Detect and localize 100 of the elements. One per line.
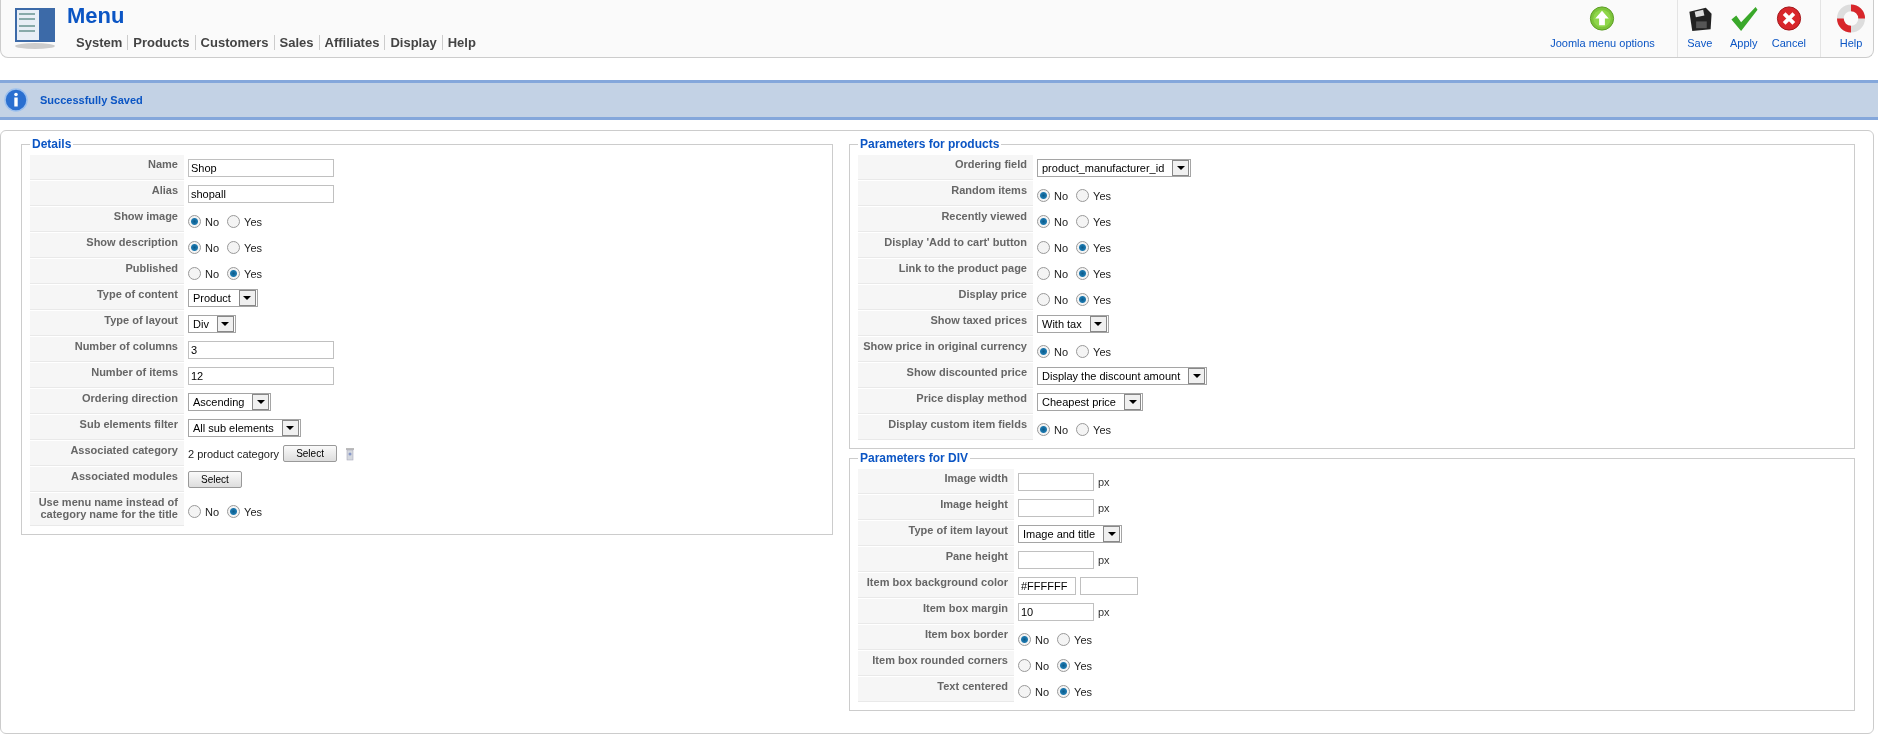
input-field[interactable] [1018,498,1094,517]
radio-label: Yes [1093,345,1111,358]
radio-label: No [1054,189,1069,202]
radio-label: Yes [1093,267,1111,280]
radio-button[interactable] [1076,267,1090,280]
radio-button[interactable] [1076,345,1090,358]
menu-page-icon [13,6,57,50]
unit-label: px [1098,605,1110,618]
menu-item[interactable]: System [71,35,128,50]
radio-button[interactable] [188,267,201,280]
menu-item[interactable]: Help [442,35,481,50]
radio-button[interactable] [1076,423,1090,436]
dropdown[interactable]: Cheapest price [1037,392,1143,411]
radio-button[interactable] [1037,293,1050,306]
input-field[interactable]: shopall [188,184,334,203]
dropdown[interactable]: product_manufacturer_id [1037,158,1192,177]
life-ring-icon[interactable] [1835,4,1867,33]
radio-button[interactable] [1037,215,1050,228]
radio-button[interactable] [227,267,241,280]
toolbar-button[interactable]: Joomla menu options [1544,0,1678,57]
dropdown[interactable]: All sub elements [188,418,301,437]
field-label: Show image [30,207,184,232]
radio-button[interactable] [227,241,241,254]
field-label: Associated category [30,441,184,466]
select-button[interactable]: Select [188,471,242,488]
radio-button[interactable] [227,215,241,228]
radio-label: Yes [1093,293,1111,306]
radio-button[interactable] [1057,659,1071,672]
radio-button[interactable] [1076,241,1090,254]
unit-label: px [1098,501,1110,514]
menu-item[interactable]: Affiliates [319,35,385,50]
field-label: Item box margin [858,599,1014,624]
trash-icon[interactable] [344,446,355,461]
radio-button[interactable] [1037,189,1050,202]
input-field[interactable]: #FFFFFF [1018,576,1076,595]
field-label: Alias [30,181,184,206]
radio-label: No [1054,423,1069,436]
dropdown[interactable]: Image and title [1018,524,1123,543]
page-title: Menu [67,6,126,26]
dropdown[interactable]: Display the discount amount [1037,366,1208,385]
radio-button[interactable] [1018,659,1031,672]
dropdown[interactable]: Div [188,314,236,333]
dropdown[interactable]: Ascending [188,392,272,411]
radio-button[interactable] [1057,685,1071,698]
menu-item[interactable]: Products [128,35,195,50]
field-label: Item box rounded corners [858,651,1014,676]
field-label: Number of columns [30,337,184,362]
radio-button[interactable] [1076,189,1090,202]
field-label: Type of item layout [858,521,1014,546]
input-field[interactable]: Shop [188,158,334,177]
category-text: 2 product category [188,447,280,460]
dropdown[interactable]: Product [188,288,258,307]
menu-item[interactable]: Display [385,35,442,50]
radio-button[interactable] [1037,267,1050,280]
radio-label: Yes [1074,685,1092,698]
radio-button[interactable] [188,241,201,254]
radio-button[interactable] [188,505,201,518]
toolbar-button[interactable]: Help [1821,0,1873,57]
radio-button[interactable] [1076,215,1090,228]
radio-button[interactable] [1037,423,1050,436]
radio-label: Yes [1074,633,1092,646]
toolbar-button[interactable]: Cancel [1765,0,1821,57]
radio-label: No [1035,685,1050,698]
field-label: Show description [30,233,184,258]
radio-label: No [1054,345,1069,358]
radio-button[interactable] [1018,685,1031,698]
toolbar-button[interactable]: Save [1677,0,1722,57]
field-label: Image height [858,495,1014,520]
toolbar-button[interactable]: Apply [1721,0,1766,57]
radio-button[interactable] [1018,633,1031,646]
input-field[interactable]: 3 [188,340,334,359]
field-label: Recently viewed [858,207,1033,232]
radio-button[interactable] [188,215,201,228]
dropdown[interactable]: With tax [1037,314,1109,333]
input-field[interactable]: 12 [188,366,334,385]
input-field[interactable] [1018,550,1094,569]
radio-label: Yes [1074,659,1092,672]
radio-label: Yes [244,505,262,518]
input-field[interactable] [1018,472,1094,491]
radio-button[interactable] [1037,345,1050,358]
info-icon [4,88,28,112]
radio-button[interactable] [1037,241,1050,254]
radio-label: Yes [244,241,262,254]
field-label: Use menu name instead of category name for the title [30,493,184,526]
radio-button[interactable] [1076,293,1090,306]
radio-button[interactable] [1057,633,1071,646]
input-field[interactable]: 10 [1018,602,1094,621]
menu-item[interactable]: Sales [274,35,319,50]
radio-label: No [1054,267,1069,280]
radio-label: Yes [1093,241,1111,254]
unit-label: px [1098,553,1110,566]
select-button[interactable]: Select [283,445,337,462]
field-label: Published [30,259,184,284]
radio-button[interactable] [227,505,241,518]
menu-item[interactable]: Customers [195,35,274,50]
unit-label: px [1098,475,1110,488]
field-label: Pane height [858,547,1014,572]
radio-label: No [1054,241,1069,254]
radio-label: No [205,267,220,280]
radio-label: Yes [244,215,262,228]
